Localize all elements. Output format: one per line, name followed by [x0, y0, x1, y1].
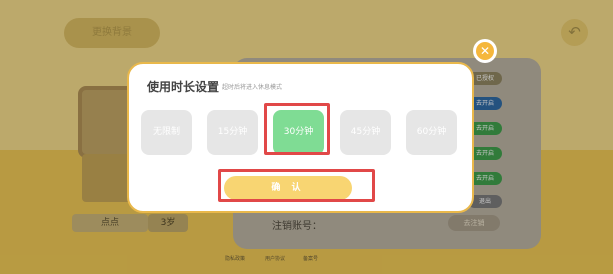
- dialog-title: 使用时长设置: [147, 80, 220, 94]
- dialog-subtitle: 超时后将进入休息模式: [222, 84, 283, 91]
- option-unlimited[interactable]: 无限制: [141, 110, 192, 155]
- option-60-min[interactable]: 60分钟: [406, 110, 457, 155]
- option-45-min[interactable]: 45分钟: [340, 110, 391, 155]
- close-button[interactable]: ✕: [473, 39, 497, 63]
- option-15-min[interactable]: 15分钟: [207, 110, 258, 155]
- selected-option-highlight: [264, 103, 330, 155]
- confirm-button-highlight: [218, 169, 375, 202]
- close-icon: ✕: [476, 42, 494, 60]
